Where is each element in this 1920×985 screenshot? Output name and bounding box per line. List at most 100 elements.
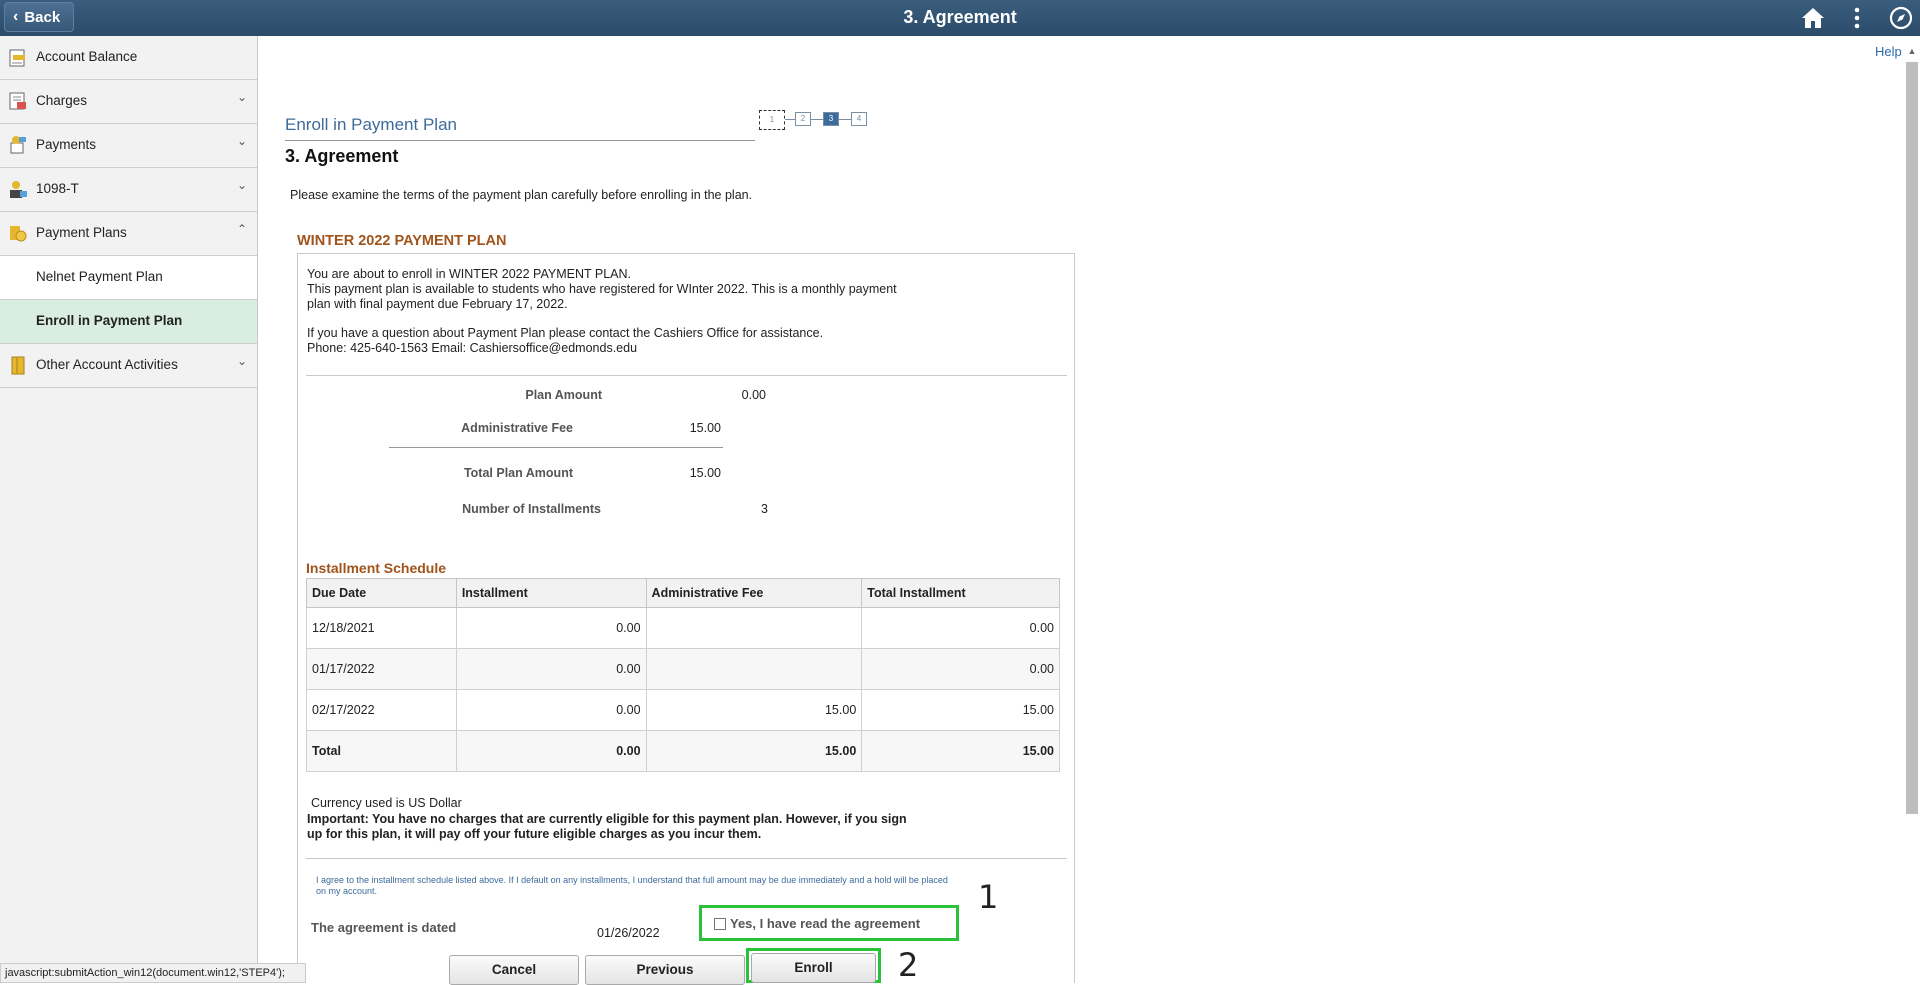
table-cell: 0.00 (455, 730, 647, 772)
sidebar-item-nelnet-payment-plan[interactable]: Nelnet Payment Plan (0, 256, 257, 300)
important-line: up for this plan, it will pay off your f… (307, 827, 762, 841)
scroll-up-arrow-icon[interactable]: ▲ (1906, 46, 1918, 58)
agreement-dated-value: 01/26/2022 (597, 926, 660, 940)
sidebar-item-enroll-in-payment-plan[interactable]: Enroll in Payment Plan (0, 300, 257, 344)
account-balance-icon (9, 49, 25, 67)
divider (306, 375, 1067, 376)
charges-icon (9, 92, 26, 110)
sidebar-item-label: Payments (36, 137, 97, 152)
step-connector (785, 119, 795, 120)
total-plan-amount-label: Total Plan Amount (463, 466, 573, 480)
step-3[interactable]: 3 (823, 112, 839, 126)
column-header: Installment (455, 578, 647, 608)
chevron-down-icon: ⌄ (237, 134, 248, 148)
sidebar: Account Balance Charges ⌄ Payments ⌄ 109… (0, 36, 258, 983)
previous-button[interactable]: Previous (585, 955, 745, 985)
sidebar-item-label: Account Balance (36, 49, 138, 64)
annotation-marker-1: 1 (978, 878, 999, 916)
table-cell: 0.00 (455, 689, 647, 731)
column-header: Administrative Fee (645, 578, 863, 608)
table-cell: 12/18/2021 (306, 607, 457, 649)
table-cell (645, 648, 863, 690)
agreement-checkbox[interactable] (714, 918, 726, 930)
important-note: Important: You have no charges that are … (307, 812, 977, 842)
payment-plans-icon (10, 226, 27, 242)
navbar-compass-icon[interactable] (1888, 5, 1914, 31)
other-activities-icon (11, 356, 25, 375)
agreement-line: on my account. (316, 886, 378, 896)
divider (306, 858, 1067, 859)
back-button[interactable]: ‹ Back (4, 2, 74, 32)
table-cell (645, 607, 863, 649)
column-header: Due Date (306, 578, 457, 608)
sidebar-item-payment-plans[interactable]: Payment Plans ⌃ (0, 212, 257, 256)
chevron-down-icon: ⌄ (237, 178, 248, 192)
table-cell: 15.00 (645, 689, 863, 731)
chevron-left-icon: ‹ (13, 8, 19, 25)
home-icon[interactable] (1800, 6, 1826, 30)
table-row: 01/17/2022 0.00 0.00 (306, 648, 1060, 690)
subtotal-rule (389, 447, 723, 448)
sidebar-item-1098t[interactable]: 1098-T ⌄ (0, 168, 257, 212)
page-heading: 3. Agreement (285, 146, 399, 166)
chevron-down-icon: ⌄ (237, 90, 248, 104)
table-cell: Total (306, 730, 457, 772)
step-connector (811, 119, 823, 120)
intro-text: Please examine the terms of the payment … (290, 188, 753, 202)
back-label: Back (24, 8, 61, 26)
section-divider (285, 140, 755, 141)
table-row: 12/18/2021 0.00 0.00 (306, 607, 1060, 649)
page-title: 3. Agreement (903, 7, 1017, 27)
step-4[interactable]: 4 (851, 112, 867, 126)
actions-menu-icon[interactable] (1850, 6, 1864, 30)
agreement-checkbox-label[interactable]: Yes, I have read the agreement (730, 916, 920, 931)
plan-desc-line: This payment plan is available to studen… (307, 282, 897, 296)
1098t-icon (10, 181, 27, 198)
table-cell: 0.00 (455, 607, 647, 649)
plan-desc-line: If you have a question about Payment Pla… (307, 326, 824, 340)
sidebar-item-account-balance[interactable]: Account Balance (0, 36, 257, 80)
admin-fee-value: 15.00 (689, 421, 721, 435)
table-cell: 0.00 (861, 607, 1060, 649)
chevron-down-icon: ⌄ (237, 354, 248, 368)
sidebar-item-label: Enroll in Payment Plan (36, 313, 183, 328)
chevron-up-icon: ⌃ (237, 222, 248, 236)
sidebar-item-payments[interactable]: Payments ⌄ (0, 124, 257, 168)
section-title: Enroll in Payment Plan (285, 115, 457, 134)
column-header: Total Installment (861, 578, 1060, 608)
agreement-text: I agree to the installment schedule list… (316, 875, 1006, 897)
sidebar-item-label: Other Account Activities (36, 357, 178, 372)
help-link[interactable]: Help (1875, 44, 1902, 59)
plan-description: You are about to enroll in WINTER 2022 P… (307, 267, 957, 356)
table-cell: 01/17/2022 (306, 648, 457, 690)
plan-amount-label: Plan Amount (525, 388, 602, 402)
sidebar-item-label: Payment Plans (36, 225, 127, 240)
plan-amount-value: 0.00 (741, 388, 766, 402)
enroll-button[interactable]: Enroll (751, 953, 876, 983)
plan-title: WINTER 2022 PAYMENT PLAN (297, 233, 507, 249)
admin-fee-label: Administrative Fee (461, 421, 573, 435)
sidebar-item-label: 1098-T (36, 181, 79, 196)
step-2[interactable]: 2 (795, 112, 811, 126)
installments-value: 3 (761, 502, 768, 516)
currency-note: Currency used is US Dollar (311, 796, 462, 810)
plan-desc-line: You are about to enroll in WINTER 2022 P… (307, 267, 631, 281)
sidebar-item-label: Nelnet Payment Plan (36, 269, 163, 284)
table-total-row: Total 0.00 15.00 15.00 (306, 730, 1060, 772)
vertical-scrollbar[interactable] (1906, 62, 1918, 814)
agreement-dated-label: The agreement is dated (311, 920, 457, 935)
important-line: Important: You have no charges that are … (307, 812, 907, 826)
annotation-marker-2: 2 (898, 946, 919, 984)
plan-desc-line: Phone: 425-640-1563 Email: Cashiersoffic… (307, 341, 638, 355)
table-cell: 15.00 (861, 730, 1060, 772)
sidebar-item-charges[interactable]: Charges ⌄ (0, 80, 257, 124)
sidebar-item-other-account-activities[interactable]: Other Account Activities ⌄ (0, 344, 257, 388)
table-cell: 02/17/2022 (306, 689, 457, 731)
agreement-line: I agree to the installment schedule list… (316, 875, 948, 885)
schedule-title: Installment Schedule (306, 560, 447, 576)
table-cell: 15.00 (645, 730, 863, 772)
payments-icon (10, 136, 26, 154)
cancel-button[interactable]: Cancel (449, 955, 579, 985)
plan-desc-line: plan with final payment due February 17,… (307, 297, 568, 311)
step-1[interactable]: 1 (759, 110, 785, 130)
